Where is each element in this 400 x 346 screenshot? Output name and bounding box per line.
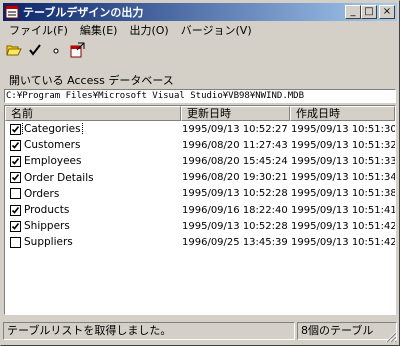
table-name: Products <box>24 204 70 217</box>
row-name-cell: Categories <box>5 123 181 136</box>
updated-date-cell: 1995/09/13 10:52:27 <box>182 123 288 135</box>
table-name: Employees <box>24 155 82 168</box>
table-count: 8個のテーブル <box>297 322 397 340</box>
row-name-cell: Employees <box>5 155 181 167</box>
updated-date-cell: 1995/09/13 10:52:28 <box>182 188 288 200</box>
table-row[interactable]: Order Details 1996/08/20 19:30:21 1995/09/… <box>5 170 395 186</box>
close-button[interactable]: × <box>379 5 395 19</box>
created-date-cell: 1995/09/13 10:51:41 <box>291 204 395 216</box>
checked-checkbox[interactable] <box>10 139 21 151</box>
open-folder-icon[interactable] <box>5 41 23 59</box>
row-name-cell: Orders <box>5 188 181 200</box>
checked-checkbox[interactable] <box>10 123 21 135</box>
updated-date-cell: 1996/08/20 19:30:21 <box>182 172 288 184</box>
table-name: Customers <box>24 139 81 152</box>
list-rows: Categories 1995/09/13 10:52:27 1995/09/13 … <box>5 121 395 251</box>
database-label: 開いている Access データベース <box>9 74 174 87</box>
menu-bar: ファイル(F) 編集(E) 出力(O) バージョン(V) <box>3 22 258 39</box>
created-date-cell: 1995/09/13 10:51:33 <box>291 155 395 167</box>
minimize-button[interactable]: _ <box>345 5 361 19</box>
created-date-cell: 1995/09/13 10:51:34 <box>291 172 395 184</box>
checked-checkbox[interactable] <box>10 155 21 167</box>
maximize-button[interactable]: □ <box>361 5 377 19</box>
table-list[interactable]: 名前 更新日時 作成日時 Categories 1995/09/13 10:52:… <box>4 105 396 315</box>
updated-date-cell: 1995/09/13 10:52:28 <box>182 220 288 232</box>
row-name-cell: Shippers <box>5 220 181 232</box>
table-name: Order Details <box>24 171 94 184</box>
column-created-header[interactable]: 作成日時 <box>290 106 395 121</box>
unchecked-checkbox[interactable] <box>10 236 21 248</box>
app-window: テーブルデザインの出力 _ □ × ファイル(F) 編集(E) 出力(O) バー… <box>0 0 400 346</box>
minimize-icon: _ <box>350 6 356 17</box>
menu-edit[interactable]: 編集(E) <box>74 22 124 39</box>
status-message: テーブルリストを取得しました。 <box>3 322 295 340</box>
table-row[interactable]: Categories 1995/09/13 10:52:27 1995/09/13 … <box>5 121 395 137</box>
created-date-cell: 1995/09/13 10:51:30 <box>291 123 395 135</box>
row-name-cell: Products <box>5 204 181 216</box>
list-header: 名前 更新日時 作成日時 <box>5 106 395 121</box>
column-updated-header[interactable]: 更新日時 <box>181 106 290 121</box>
unchecked-checkbox[interactable] <box>10 188 21 200</box>
created-date-cell: 1995/09/13 10:51:32 <box>291 139 395 151</box>
table-row[interactable]: Products 1996/09/16 18:22:40 1995/09/13 10… <box>5 202 395 218</box>
checked-checkbox[interactable] <box>10 204 21 216</box>
database-path: C:¥Program Files¥Microsoft Visual Studio… <box>4 89 396 103</box>
menu-output[interactable]: 出力(O) <box>123 22 174 39</box>
resize-grip-icon[interactable] <box>385 331 397 343</box>
table-name: Categories <box>22 123 83 136</box>
row-name-cell: Customers <box>5 139 181 151</box>
created-date-cell: 1995/09/13 10:51:42 <box>291 236 395 248</box>
table-row[interactable]: Orders 1995/09/13 10:52:28 1995/09/13 10:5… <box>5 186 395 202</box>
menu-version[interactable]: バージョン(V) <box>175 22 258 39</box>
table-row[interactable]: Employees 1996/08/20 15:45:24 1995/09/13 1… <box>5 153 395 169</box>
app-icon <box>5 5 19 19</box>
window-title: テーブルデザインの出力 <box>23 6 144 19</box>
row-name-cell: Order Details <box>5 172 181 184</box>
menu-file[interactable]: ファイル(F) <box>3 22 74 39</box>
toolbar <box>3 39 86 61</box>
updated-date-cell: 1996/08/20 15:45:24 <box>182 155 288 167</box>
table-name: Orders <box>24 187 60 200</box>
unchecked-dot-icon[interactable] <box>47 41 65 59</box>
table-name: Suppliers <box>24 236 73 249</box>
table-row[interactable]: Customers 1996/08/20 11:27:43 1995/09/13 1… <box>5 137 395 153</box>
title-bar[interactable]: テーブルデザインの出力 _ □ × <box>3 3 397 21</box>
updated-date-cell: 1996/08/20 11:27:43 <box>182 139 288 151</box>
updated-date-cell: 1996/09/25 13:45:39 <box>182 236 288 248</box>
export-icon[interactable] <box>68 41 86 59</box>
created-date-cell: 1995/09/13 10:51:38 <box>291 188 395 200</box>
column-name-header[interactable]: 名前 <box>5 106 181 121</box>
maximize-icon: □ <box>364 6 374 17</box>
check-icon[interactable] <box>26 41 44 59</box>
updated-date-cell: 1996/09/16 18:22:40 <box>182 204 288 216</box>
checked-checkbox[interactable] <box>10 172 21 184</box>
close-icon: × <box>382 6 392 17</box>
created-date-cell: 1995/09/13 10:51:42 <box>291 220 395 232</box>
table-row[interactable]: Suppliers 1996/09/25 13:45:39 1995/09/13 1… <box>5 234 395 250</box>
table-name: Shippers <box>24 220 70 233</box>
table-row[interactable]: Shippers 1995/09/13 10:52:28 1995/09/13 10… <box>5 218 395 234</box>
status-bar: テーブルリストを取得しました。 8個のテーブル <box>3 322 397 342</box>
row-name-cell: Suppliers <box>5 236 181 248</box>
checked-checkbox[interactable] <box>10 220 21 232</box>
